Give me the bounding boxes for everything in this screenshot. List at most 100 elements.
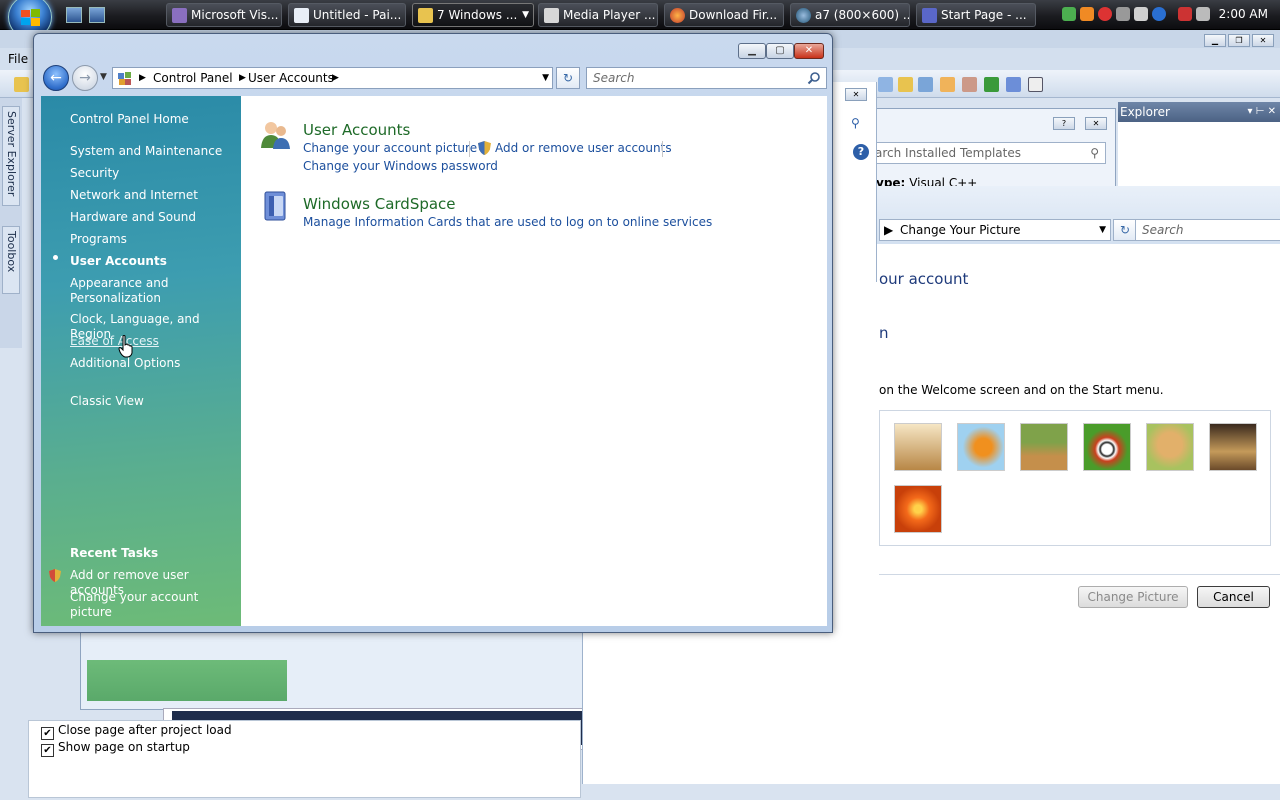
cancel-button[interactable]: Cancel — [1197, 586, 1270, 608]
breadcrumb-user-accounts[interactable]: User Accounts — [248, 68, 334, 88]
maximize-button[interactable]: ▢ — [766, 43, 794, 59]
volume-icon[interactable] — [1196, 7, 1210, 21]
restore-button[interactable]: ❐ — [1228, 34, 1250, 47]
back-button[interactable]: ← — [43, 65, 69, 91]
close-button[interactable]: ✕ — [1252, 34, 1274, 47]
soccer-ball-picture[interactable] — [1083, 423, 1131, 471]
chevron-right-icon[interactable]: ▶ — [332, 68, 339, 88]
search-icon[interactable]: ⚲ — [851, 116, 860, 130]
chevron-right-icon[interactable]: ▶ — [139, 68, 146, 88]
network-error-icon[interactable] — [1178, 7, 1192, 21]
checkbox-checked[interactable]: ✔ — [41, 727, 54, 740]
chevron-right-icon[interactable]: ▶ — [239, 68, 246, 88]
tray-app-icon[interactable] — [1134, 7, 1148, 21]
switch-windows-icon[interactable] — [89, 7, 105, 23]
task-windows-group[interactable]: 7 Windows ... ▼ — [412, 3, 534, 27]
toolbar-icon[interactable] — [878, 77, 893, 92]
goldfish-picture[interactable] — [957, 423, 1005, 471]
flower-picture[interactable] — [894, 485, 942, 533]
search-placeholder: Search — [593, 71, 635, 85]
help-button[interactable]: ? — [1053, 117, 1075, 130]
sidebar-item-security[interactable]: Security — [70, 166, 119, 181]
help-icon[interactable]: ? — [853, 144, 869, 160]
checkbox-checked[interactable]: ✔ — [41, 744, 54, 757]
toolbar-icon[interactable] — [898, 77, 913, 92]
breadcrumb[interactable]: ▶ Change Your Picture ▼ — [879, 219, 1111, 241]
refresh-button[interactable]: ↻ — [1113, 219, 1137, 241]
sidebar-item-programs[interactable]: Programs — [70, 232, 127, 247]
menu-file[interactable]: File — [8, 52, 28, 66]
breadcrumb-current[interactable]: Change Your Picture — [900, 223, 1020, 237]
tools-icon[interactable] — [962, 77, 977, 92]
sidebar-item-classic-view[interactable]: Classic View — [70, 394, 144, 409]
change-picture-button[interactable]: Change Picture — [1078, 586, 1188, 608]
task-label: Media Player ... — [563, 8, 656, 22]
robot-picture[interactable] — [894, 423, 942, 471]
security-icon[interactable] — [1062, 7, 1076, 21]
close-after-load-option[interactable]: ✔ Close page after project load — [41, 723, 232, 740]
sidebar-item-appearance[interactable]: Appearance and — [70, 276, 168, 291]
search-input[interactable]: Search — [586, 67, 827, 89]
app-tray-icon[interactable] — [1080, 7, 1094, 21]
task-start-page[interactable]: Start Page - ... — [916, 3, 1036, 27]
sidebar-item-network[interactable]: Network and Internet — [70, 188, 198, 203]
messenger-icon[interactable] — [1152, 7, 1166, 21]
toolbar-icon[interactable] — [984, 77, 999, 92]
close-button[interactable]: ✕ — [1085, 117, 1107, 130]
open-icon[interactable] — [14, 77, 29, 92]
toolbar-icon[interactable] — [1028, 77, 1043, 92]
search-icon[interactable]: ⚲ — [1090, 146, 1099, 160]
section-title-user-accounts[interactable]: User Accounts — [303, 121, 410, 139]
explorer-pane-title: Explorer ▾ ⊢ ✕ — [1118, 102, 1280, 122]
toolbar-icon[interactable] — [940, 77, 955, 92]
task-visual-studio[interactable]: Microsoft Vis... — [166, 3, 282, 27]
task-media-player[interactable]: Media Player ... — [538, 3, 658, 27]
toolbar-icon[interactable] — [1006, 77, 1021, 92]
link-manage-information-cards[interactable]: Manage Information Cards that are used t… — [303, 215, 712, 229]
breadcrumb-control-panel[interactable]: Control Panel — [153, 68, 233, 88]
pane-controls[interactable]: ▾ ⊢ ✕ — [1248, 102, 1276, 122]
blocked-icon[interactable] — [1098, 7, 1112, 21]
link-add-remove-accounts[interactable]: Add or remove user accounts — [495, 141, 672, 155]
tab-server-explorer[interactable]: Server Explorer — [2, 106, 20, 206]
background-window-edge: ✕ ⚲ ? — [833, 82, 877, 282]
sidebar-item-home[interactable]: Control Panel Home — [70, 112, 189, 127]
chess-picture[interactable] — [1209, 423, 1257, 471]
address-bar[interactable]: ▶ Control Panel ▶ User Accounts ▶ ▼ — [112, 67, 553, 89]
close-button[interactable]: ✕ — [845, 88, 867, 101]
forward-button[interactable]: → — [72, 65, 98, 91]
sidebar-item-hardware-sound[interactable]: Hardware and Sound — [70, 210, 196, 225]
task-a7[interactable]: a7 (800×600) ... — [790, 3, 910, 27]
user-accounts-icon — [261, 122, 290, 149]
sidebar-item-system-maintenance[interactable]: System and Maintenance — [70, 144, 222, 159]
search-icon[interactable] — [807, 71, 821, 85]
chevron-down-icon[interactable]: ▼ — [542, 68, 549, 88]
section-title-cardspace[interactable]: Windows CardSpace — [303, 195, 456, 213]
link-change-password[interactable]: Change your Windows password — [303, 159, 498, 173]
chevron-down-icon[interactable]: ▼ — [1099, 220, 1106, 240]
minimize-button[interactable]: ▁ — [738, 43, 766, 59]
recent-pages-chevron-icon[interactable]: ▼ — [100, 72, 107, 82]
task-firefox[interactable]: Download Fir... — [664, 3, 784, 27]
close-button[interactable]: ✕ — [794, 43, 824, 59]
network-tray-icon[interactable] — [1116, 7, 1130, 21]
search-input[interactable]: Search — [1135, 219, 1280, 241]
sidebar-item-user-accounts[interactable]: User Accounts — [70, 254, 167, 269]
show-desktop-icon[interactable] — [66, 7, 82, 23]
tab-toolbox[interactable]: Toolbox — [2, 226, 20, 294]
bonsai-picture[interactable] — [1020, 423, 1068, 471]
sidebar-item-appearance-line2[interactable]: Personalization — [70, 291, 161, 306]
template-search-input[interactable]: arch Installed Templates ⚲ — [868, 142, 1106, 164]
toolbar-icon[interactable] — [918, 77, 933, 92]
link-change-account-picture[interactable]: Change your account picture — [303, 141, 477, 155]
sidebar-item-ease-of-access[interactable]: Ease of Access — [70, 334, 159, 349]
recent-task-change-picture[interactable]: Change your account picture — [70, 590, 241, 620]
dog-picture[interactable] — [1146, 423, 1194, 471]
option-label: Close page after project load — [58, 723, 232, 737]
minimize-button[interactable]: ▁ — [1204, 34, 1226, 47]
show-on-startup-option[interactable]: ✔ Show page on startup — [41, 740, 190, 757]
task-paint[interactable]: Untitled - Pai... — [288, 3, 406, 27]
refresh-button[interactable]: ↻ — [556, 67, 580, 89]
clock[interactable]: 2:00 AM — [1219, 7, 1268, 21]
divider — [879, 574, 1280, 575]
